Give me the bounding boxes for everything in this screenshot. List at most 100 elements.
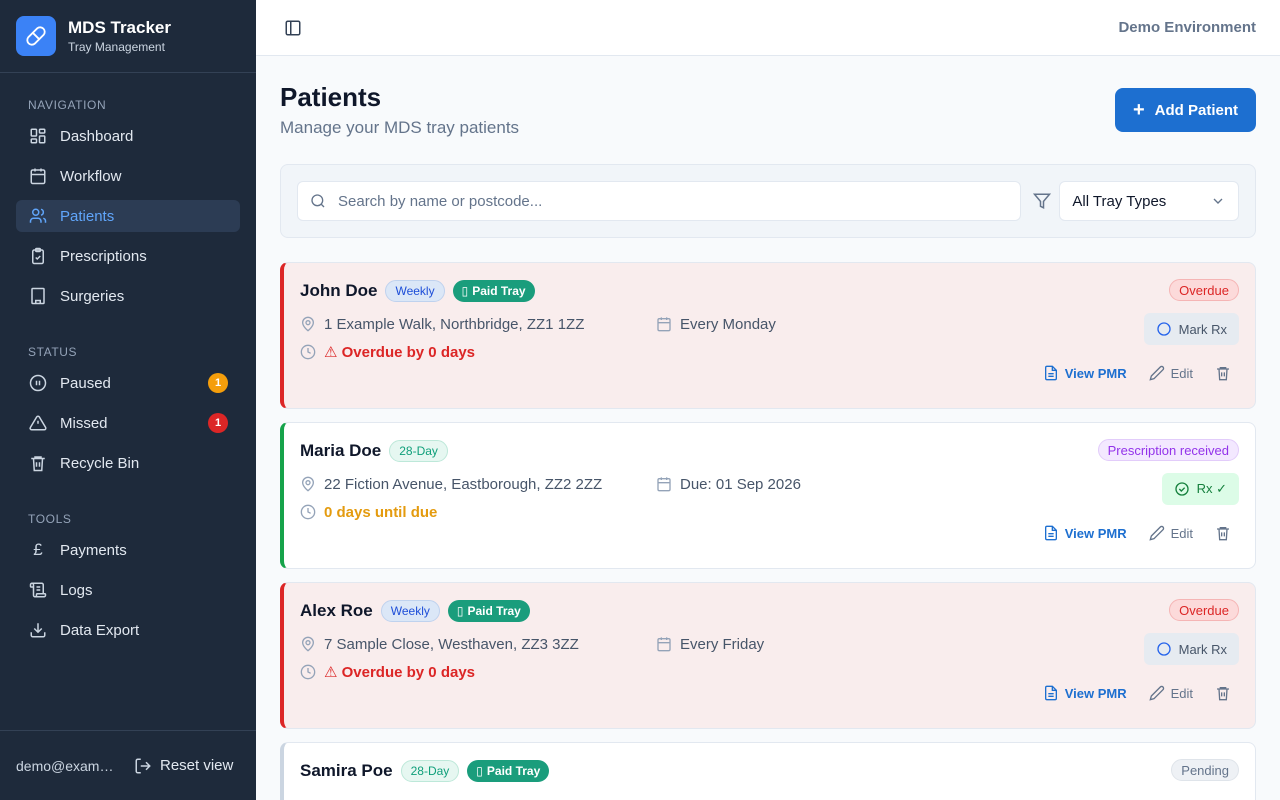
alert-icon (28, 413, 48, 433)
logs-icon (28, 580, 48, 600)
sidebar-item-workflow[interactable]: Workflow (16, 160, 240, 192)
brand-subtitle: Tray Management (68, 39, 165, 54)
paid-tray-tag: ▯ Paid Tray (452, 280, 535, 302)
missed-count-badge: 1 (208, 413, 228, 433)
circle-icon (1156, 641, 1172, 657)
file-icon (1043, 365, 1059, 381)
sidebar-item-prescriptions[interactable]: Prescriptions (16, 240, 240, 272)
frequency-tag: Weekly (380, 600, 440, 622)
filter-icon (1033, 192, 1052, 210)
plus-icon: + (1132, 99, 1145, 121)
mark-rx-button[interactable]: Mark Rx (1143, 633, 1239, 665)
sidebar-item-patients[interactable]: Patients (16, 200, 240, 232)
section-label-tools: TOOLS (28, 512, 72, 526)
edit-button[interactable]: Edit (1148, 365, 1193, 381)
patient-name: John Doe (300, 281, 378, 300)
patient-schedule: Every Monday (680, 315, 776, 333)
patient-card: Samira Poe 28-Day ▯ Paid Tray Pending (280, 742, 1256, 800)
search-icon (310, 193, 326, 209)
trash-icon (1215, 365, 1231, 381)
chevron-down-icon (1210, 193, 1226, 209)
due-status: ⚠ Overdue by 0 days (324, 664, 476, 681)
status-badge: Overdue (1169, 599, 1239, 621)
edit-button[interactable]: Edit (1148, 525, 1193, 541)
pause-icon (28, 373, 48, 393)
frequency-tag: 28-Day (389, 440, 448, 462)
view-pmr-button[interactable]: View PMR (1043, 685, 1127, 701)
patient-schedule: Due: 01 Sep 2026 (680, 475, 801, 493)
add-patient-button[interactable]: + Add Patient (1114, 88, 1256, 132)
section-label-status: STATUS (28, 345, 78, 359)
delete-button[interactable] (1215, 685, 1231, 701)
status-badge: Overdue (1169, 279, 1239, 301)
main-content: Patients Manage your MDS tray patients +… (280, 56, 1256, 800)
calendar-icon (656, 636, 672, 652)
patient-address: 22 Fiction Avenue, Eastborough, ZZ2 2ZZ (324, 475, 603, 493)
section-label-navigation: NAVIGATION (28, 98, 107, 112)
trash-icon (1215, 685, 1231, 701)
due-status: 0 days until due (324, 503, 438, 521)
sidebar-item-missed[interactable]: Missed 1 (16, 407, 240, 439)
rx-received-button[interactable]: Rx ✓ (1161, 473, 1239, 505)
pound-icon: £ (33, 540, 43, 559)
sidebar-item-logs[interactable]: Logs (16, 574, 240, 606)
reset-view-button[interactable]: Reset view (134, 757, 233, 775)
patient-card: Alex Roe Weekly ▯ Paid Tray Overdue 7 Sam… (280, 582, 1256, 729)
brand-title: MDS Tracker (68, 17, 171, 37)
patient-name: Alex Roe (300, 601, 373, 620)
view-pmr-button[interactable]: View PMR (1043, 525, 1127, 541)
page-subtitle: Manage your MDS tray patients (280, 118, 520, 137)
edit-button[interactable]: Edit (1148, 685, 1193, 701)
trash-icon (28, 453, 48, 473)
map-pin-icon (300, 636, 316, 652)
logout-icon (134, 757, 152, 775)
trash-icon (1215, 525, 1231, 541)
dashboard-icon (28, 126, 48, 146)
sidebar-item-dashboard[interactable]: Dashboard (16, 120, 240, 152)
building-icon (28, 286, 48, 306)
tray-type-select[interactable]: All Tray Types (1059, 181, 1239, 221)
sidebar-item-surgeries[interactable]: Surgeries (16, 280, 240, 312)
pound-icon: ▯ (461, 284, 469, 298)
delete-button[interactable] (1215, 525, 1231, 541)
sidebar-item-data-export[interactable]: Data Export (16, 614, 240, 646)
clock-icon (300, 504, 316, 520)
pencil-icon (1148, 525, 1165, 541)
search-box (297, 181, 1022, 221)
due-status: ⚠ Overdue by 0 days (324, 344, 476, 361)
clock-icon (300, 664, 316, 680)
patient-list: John Doe Weekly ▯ Paid Tray Overdue 1 Exa… (280, 262, 1256, 800)
frequency-tag: Weekly (385, 280, 445, 302)
sidebar: MDS Tracker Tray Management NAVIGATION D… (0, 0, 256, 800)
sidebar-item-recycle-bin[interactable]: Recycle Bin (16, 447, 240, 479)
clipboard-icon (28, 246, 48, 266)
patient-name: Samira Poe (300, 761, 393, 780)
calendar-icon (656, 476, 672, 492)
pencil-icon (1148, 365, 1165, 381)
view-pmr-button[interactable]: View PMR (1043, 365, 1127, 381)
pound-icon: ▯ (456, 604, 464, 618)
clock-icon (300, 344, 316, 360)
status-badge: Prescription received (1097, 439, 1239, 461)
map-pin-icon (300, 316, 316, 332)
patient-address: 7 Sample Close, Westhaven, ZZ3 3ZZ (324, 635, 579, 653)
map-pin-icon (300, 476, 316, 492)
sidebar-toggle-icon[interactable] (284, 19, 302, 37)
sidebar-item-paused[interactable]: Paused 1 (16, 367, 240, 399)
sidebar-item-payments[interactable]: £ Payments (16, 534, 240, 566)
circle-icon (1156, 321, 1172, 337)
search-input[interactable] (338, 192, 998, 210)
frequency-tag: 28-Day (400, 760, 460, 782)
patient-schedule: Every Friday (680, 635, 765, 653)
user-email: demo@example.com (16, 757, 120, 774)
status-badge: Pending (1171, 759, 1239, 781)
paid-tray-tag: ▯ Paid Tray (447, 600, 530, 622)
file-icon (1043, 525, 1059, 541)
brand: MDS Tracker Tray Management (0, 0, 256, 73)
file-icon (1043, 685, 1059, 701)
calendar-icon (656, 316, 672, 332)
delete-button[interactable] (1215, 365, 1231, 381)
sidebar-footer: demo@example.com Reset view (0, 730, 256, 800)
mark-rx-button[interactable]: Mark Rx (1143, 313, 1239, 345)
pill-icon (16, 16, 56, 56)
